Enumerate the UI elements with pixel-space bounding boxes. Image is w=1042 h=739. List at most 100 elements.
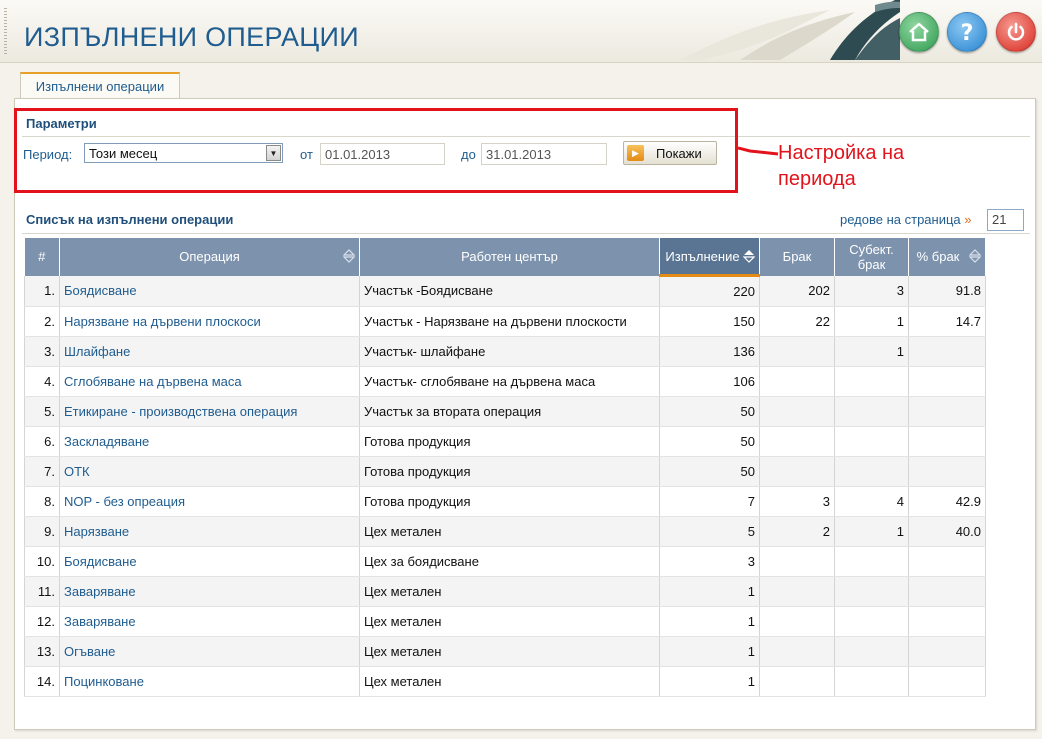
subjective-scrap-cell xyxy=(834,366,909,397)
rows-per-page-input[interactable]: 21 xyxy=(987,209,1024,231)
operation-link[interactable]: Заскладяване xyxy=(59,426,360,457)
help-button[interactable]: ? xyxy=(947,12,987,52)
row-number: 3. xyxy=(24,336,60,367)
table-row[interactable]: 5. Етикиране - производствена операция Уча… xyxy=(24,396,986,427)
scrap-cell: 22 xyxy=(759,306,835,337)
column-header-scrap-percent[interactable]: % брак xyxy=(908,238,986,276)
column-header-operation-label: Операция xyxy=(179,249,240,265)
operation-link[interactable]: Сглобяване на дървена маса xyxy=(59,366,360,397)
work-center-cell: Цех метален xyxy=(359,516,660,547)
operation-link[interactable]: NOP - без опреация xyxy=(59,486,360,517)
table-row[interactable]: 6. Заскладяване Готова продукция 50 xyxy=(24,426,986,457)
scrap-cell: 202 xyxy=(759,275,835,307)
scrap-percent-cell xyxy=(908,456,986,487)
annotation-text: Настройка на периода xyxy=(778,142,905,190)
table-row[interactable]: 1. Боядисване Участък -Боядисване 220 202 3 91… xyxy=(24,275,986,307)
column-header-subjective-scrap[interactable]: Субект. брак xyxy=(834,238,909,276)
execution-cell: 220 xyxy=(659,275,760,307)
scrap-percent-cell: 14.7 xyxy=(908,306,986,337)
execution-cell: 5 xyxy=(659,516,760,547)
table-row[interactable]: 9. Нарязване Цех метален 5 2 1 40.0 xyxy=(24,516,986,547)
scrap-percent-cell xyxy=(908,546,986,577)
row-number: 5. xyxy=(24,396,60,427)
list-title: Списък на изпълнени операции xyxy=(26,212,234,227)
operations-table: # Операция Работен център Изпълнение Бра… xyxy=(24,238,986,697)
operation-link[interactable]: Етикиране - производствена операция xyxy=(59,396,360,427)
execution-cell: 50 xyxy=(659,396,760,427)
subjective-scrap-cell xyxy=(834,546,909,577)
home-button[interactable] xyxy=(899,12,939,52)
subjective-scrap-cell xyxy=(834,636,909,667)
operation-link[interactable]: Нарязване xyxy=(59,516,360,547)
power-icon xyxy=(1007,22,1025,41)
operation-link[interactable]: Боядисване xyxy=(59,546,360,577)
table-row[interactable]: 10. Боядисване Цех за боядисване 3 xyxy=(24,546,986,577)
rows-per-page-label: редове на страница » xyxy=(840,212,972,227)
table-row[interactable]: 8. NOP - без опреация Готова продукция 7 3 4 4… xyxy=(24,486,986,517)
execution-cell: 3 xyxy=(659,546,760,577)
bird-logo-image xyxy=(680,0,900,60)
column-header-number[interactable]: # xyxy=(24,238,60,276)
work-center-cell: Готова продукция xyxy=(359,456,660,487)
app-header: ИЗПЪЛНЕНИ ОПЕРАЦИИ ? xyxy=(0,0,1042,63)
resize-grip[interactable] xyxy=(4,8,7,54)
scrap-percent-cell xyxy=(908,366,986,397)
sort-icon[interactable] xyxy=(343,249,355,263)
annotation-arrow xyxy=(738,146,779,156)
exit-button[interactable] xyxy=(996,12,1036,52)
work-center-cell: Цех метален xyxy=(359,576,660,607)
sort-icon[interactable] xyxy=(969,249,981,263)
scrap-cell xyxy=(759,336,835,367)
column-header-execution[interactable]: Изпълнение xyxy=(659,238,760,277)
scrap-percent-cell xyxy=(908,396,986,427)
operation-link[interactable]: ОТК xyxy=(59,456,360,487)
subjective-scrap-cell xyxy=(834,576,909,607)
work-center-cell: Участък - Нарязване на дървени плоскости xyxy=(359,306,660,337)
operation-link[interactable]: Боядисване xyxy=(59,275,360,307)
table-row[interactable]: 7. ОТК Готова продукция 50 xyxy=(24,456,986,487)
scrap-percent-cell xyxy=(908,666,986,697)
execution-cell: 7 xyxy=(659,486,760,517)
table-row[interactable]: 4. Сглобяване на дървена маса Участък- сгл… xyxy=(24,366,986,397)
work-center-cell: Готова продукция xyxy=(359,426,660,457)
scrap-percent-cell: 40.0 xyxy=(908,516,986,547)
table-row[interactable]: 13. Огъване Цех метален 1 xyxy=(24,636,986,667)
table-row[interactable]: 3. Шлайфане Участък- шлайфане 136 1 xyxy=(24,336,986,367)
svg-text:?: ? xyxy=(961,21,974,44)
column-header-scrap[interactable]: Брак xyxy=(759,238,835,276)
column-header-execution-label: Изпълнение xyxy=(665,248,740,264)
scrap-cell xyxy=(759,456,835,487)
home-icon xyxy=(909,22,929,42)
execution-cell: 1 xyxy=(659,576,760,607)
table-row[interactable]: 12. Заваряване Цех метален 1 xyxy=(24,606,986,637)
operation-link[interactable]: Заваряване xyxy=(59,606,360,637)
execution-cell: 1 xyxy=(659,636,760,667)
operation-link[interactable]: Заваряване xyxy=(59,576,360,607)
work-center-cell: Участък за втората операция xyxy=(359,396,660,427)
operation-link[interactable]: Шлайфане xyxy=(59,336,360,367)
table-row[interactable]: 2. Нарязване на дървени плоскоси Участък -… xyxy=(24,306,986,337)
row-number: 14. xyxy=(24,666,60,697)
row-number: 6. xyxy=(24,426,60,457)
scrap-cell xyxy=(759,636,835,667)
operation-link[interactable]: Огъване xyxy=(59,636,360,667)
double-chevron-right-icon: » xyxy=(964,212,972,227)
sort-desc-icon[interactable] xyxy=(743,249,755,263)
column-header-work-center[interactable]: Работен център xyxy=(359,238,660,276)
table-row[interactable]: 14. Поцинковане Цех метален 1 xyxy=(24,666,986,697)
scrap-cell xyxy=(759,576,835,607)
subjective-scrap-cell: 1 xyxy=(834,336,909,367)
scrap-cell: 2 xyxy=(759,516,835,547)
scrap-cell xyxy=(759,546,835,577)
subjective-scrap-cell xyxy=(834,426,909,457)
subjective-scrap-cell xyxy=(834,456,909,487)
table-header-row: # Операция Работен център Изпълнение Бра… xyxy=(24,238,986,277)
annotation-highlight-box xyxy=(14,108,738,193)
table-row[interactable]: 11. Заваряване Цех метален 1 xyxy=(24,576,986,607)
subjective-scrap-cell: 3 xyxy=(834,275,909,307)
work-center-cell: Цех метален xyxy=(359,606,660,637)
operation-link[interactable]: Нарязване на дървени плоскоси xyxy=(59,306,360,337)
operation-link[interactable]: Поцинковане xyxy=(59,666,360,697)
column-header-operation[interactable]: Операция xyxy=(59,238,360,276)
tab-executed-operations[interactable]: Изпълнени операции xyxy=(20,72,180,101)
